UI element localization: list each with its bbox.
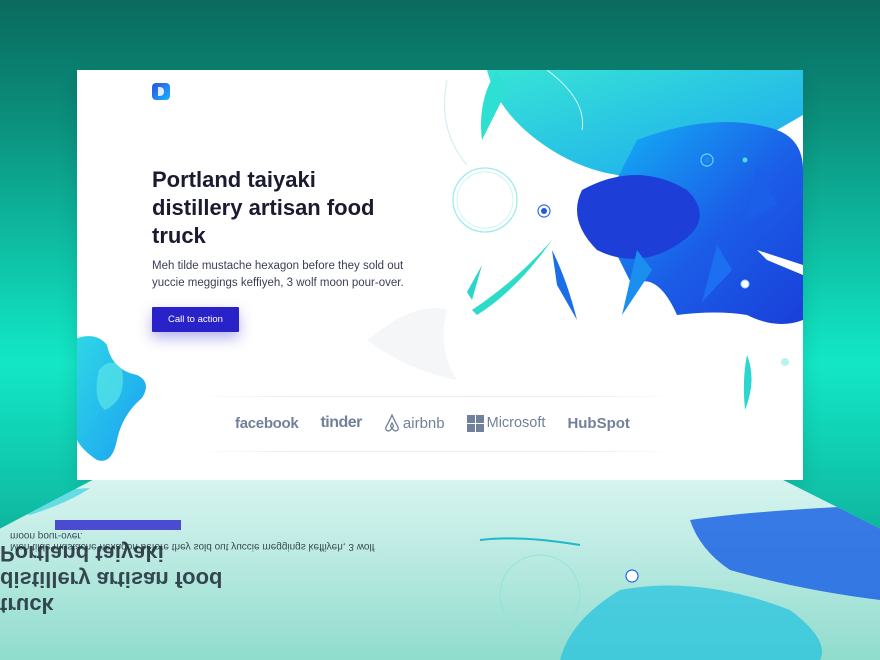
presentation-stage: Portland taiyaki distillery artisan food…: [0, 0, 880, 660]
hubspot-logo: HubSpot: [567, 414, 630, 432]
brand-logo-icon[interactable]: [152, 83, 170, 100]
landing-page-card: Portland taiyaki distillery artisan food…: [77, 70, 803, 480]
hero-subtitle: Meh tilde mustache hexagon before they s…: [152, 260, 404, 289]
floor-reflection: truck distillery artisan food Portland tai…: [0, 480, 880, 660]
hero-title: Portland taiyaki distillery artisan food…: [152, 167, 375, 248]
airbnb-logo: airbnb: [384, 414, 445, 432]
call-to-action-button[interactable]: Call to action: [152, 307, 239, 332]
reflection-subtitle: Meh tilde mustache hexagon before they s…: [10, 530, 375, 552]
logos-divider-bottom: [197, 451, 677, 452]
microsoft-logo: Microsoft: [466, 414, 545, 432]
microsoft-icon: [466, 414, 484, 432]
reflection-button: [55, 520, 181, 530]
facebook-logo: facebook: [235, 414, 299, 432]
airbnb-icon: [385, 414, 399, 432]
client-logos: facebook tinder airbnb Microsoft HubSpot: [235, 409, 655, 437]
logos-divider-top: [197, 396, 677, 397]
tinder-logo: tinder: [320, 414, 362, 431]
